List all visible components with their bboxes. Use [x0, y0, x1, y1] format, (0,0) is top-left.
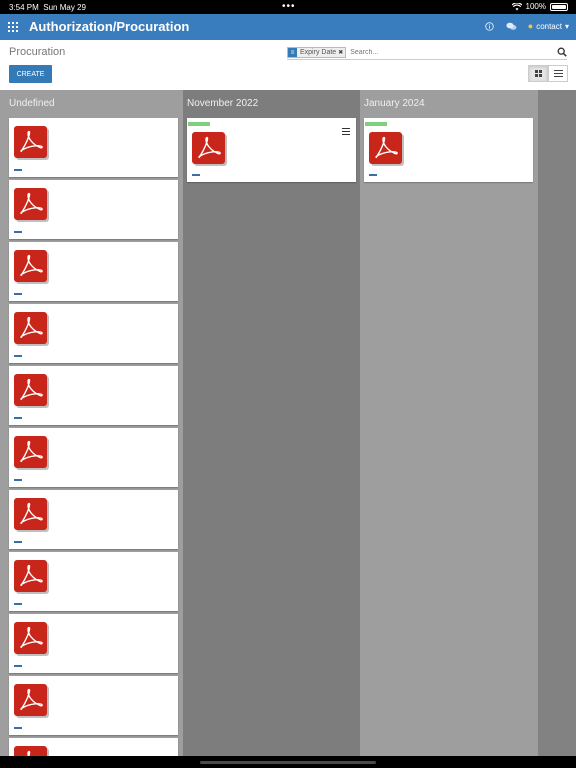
- pdf-icon: [14, 126, 49, 160]
- kanban-card[interactable]: [9, 180, 178, 239]
- pdf-icon: [14, 746, 49, 756]
- color-tag: [188, 122, 210, 126]
- ios-status-bar: 3:54 PM Sun May 29 ••• 100%: [0, 0, 576, 14]
- lightbulb-icon: ●: [527, 21, 534, 31]
- pdf-icon: [14, 684, 49, 718]
- kanban-column-undefined: Undefined: [0, 90, 183, 756]
- list-view-button[interactable]: [548, 65, 568, 82]
- pdf-icon: [192, 132, 227, 166]
- card-divider: [192, 174, 200, 176]
- pdf-icon: [14, 436, 49, 470]
- caret-down-icon: ▾: [564, 21, 569, 31]
- search-input[interactable]: [350, 49, 567, 56]
- kanban-card[interactable]: [9, 118, 178, 177]
- list-view-icon: [553, 68, 563, 79]
- card-divider: [14, 293, 22, 295]
- view-switcher: [528, 65, 568, 82]
- create-button[interactable]: CREATE: [9, 65, 52, 83]
- kanban-card[interactable]: [9, 428, 178, 487]
- hamburger-menu-icon[interactable]: [342, 126, 350, 137]
- card-divider: [14, 231, 22, 233]
- card-divider: [14, 479, 22, 481]
- card-divider: [14, 417, 22, 419]
- card-divider: [14, 541, 22, 543]
- breadcrumb: Procuration: [9, 46, 66, 58]
- search-facet: ≡ Expiry Date ✖: [287, 47, 347, 58]
- pdf-icon: [14, 374, 49, 408]
- kanban-card[interactable]: [9, 614, 178, 673]
- chat-icon[interactable]: [506, 20, 518, 32]
- card-divider: [14, 355, 22, 357]
- kanban-view-button[interactable]: [528, 65, 548, 82]
- kanban-card[interactable]: [9, 676, 178, 735]
- battery-icon: [550, 2, 568, 11]
- facet-label: Expiry Date: [300, 49, 337, 56]
- column-title: Undefined: [9, 98, 55, 109]
- kanban-card[interactable]: [9, 552, 178, 611]
- home-indicator[interactable]: [200, 761, 376, 764]
- kanban-card[interactable]: [9, 738, 178, 756]
- card-divider: [14, 665, 22, 667]
- column-title: January 2024: [364, 98, 425, 109]
- status-right: 100%: [511, 2, 568, 11]
- kanban-card[interactable]: [9, 304, 178, 363]
- user-name: contact: [536, 21, 562, 31]
- kanban-card[interactable]: [9, 490, 178, 549]
- apps-grid-icon[interactable]: [8, 22, 18, 32]
- kanban-card[interactable]: [364, 118, 533, 182]
- filter-lines-icon: ≡: [288, 48, 297, 57]
- pdf-icon: [14, 188, 49, 222]
- card-divider: [14, 169, 22, 171]
- status-time: 3:54 PM Sun May 29: [9, 3, 86, 12]
- pdf-icon: [14, 312, 49, 346]
- pdf-icon: [14, 560, 49, 594]
- user-menu[interactable]: ● contact ▾: [528, 21, 569, 31]
- color-tag: [365, 122, 387, 126]
- kanban-card[interactable]: [9, 242, 178, 301]
- wifi-icon: [511, 2, 522, 10]
- column-title: November 2022: [187, 98, 259, 109]
- kanban-view-icon: [534, 70, 542, 77]
- navbar-right: ● contact ▾: [484, 20, 569, 32]
- facet-remove-icon[interactable]: ✖: [338, 49, 345, 56]
- card-divider: [14, 603, 22, 605]
- card-divider: [369, 174, 377, 176]
- app-navbar: Authorization/Procuration ● contact ▾: [0, 14, 576, 40]
- kanban-board: Undefined November 2022 January 2024: [0, 90, 576, 756]
- kanban-column-overflow: [538, 90, 576, 756]
- pdf-icon: [14, 622, 49, 656]
- pdf-icon: [14, 250, 49, 284]
- card-divider: [14, 727, 22, 729]
- kanban-column-january-2024: January 2024: [360, 90, 538, 756]
- kanban-card[interactable]: [9, 366, 178, 425]
- kanban-card[interactable]: [187, 118, 356, 182]
- kanban-column-november-2022: November 2022: [183, 90, 360, 756]
- search-bar: ≡ Expiry Date ✖: [287, 46, 567, 60]
- app-title: Authorization/Procuration: [29, 19, 190, 34]
- control-panel: Procuration CREATE ≡ Expiry Date ✖: [0, 40, 576, 90]
- pdf-icon: [369, 132, 404, 166]
- multitask-dots-icon[interactable]: •••: [282, 1, 296, 12]
- info-icon[interactable]: [484, 20, 496, 32]
- battery-percent: 100%: [525, 2, 546, 11]
- pdf-icon: [14, 498, 49, 532]
- search-icon[interactable]: [557, 47, 567, 57]
